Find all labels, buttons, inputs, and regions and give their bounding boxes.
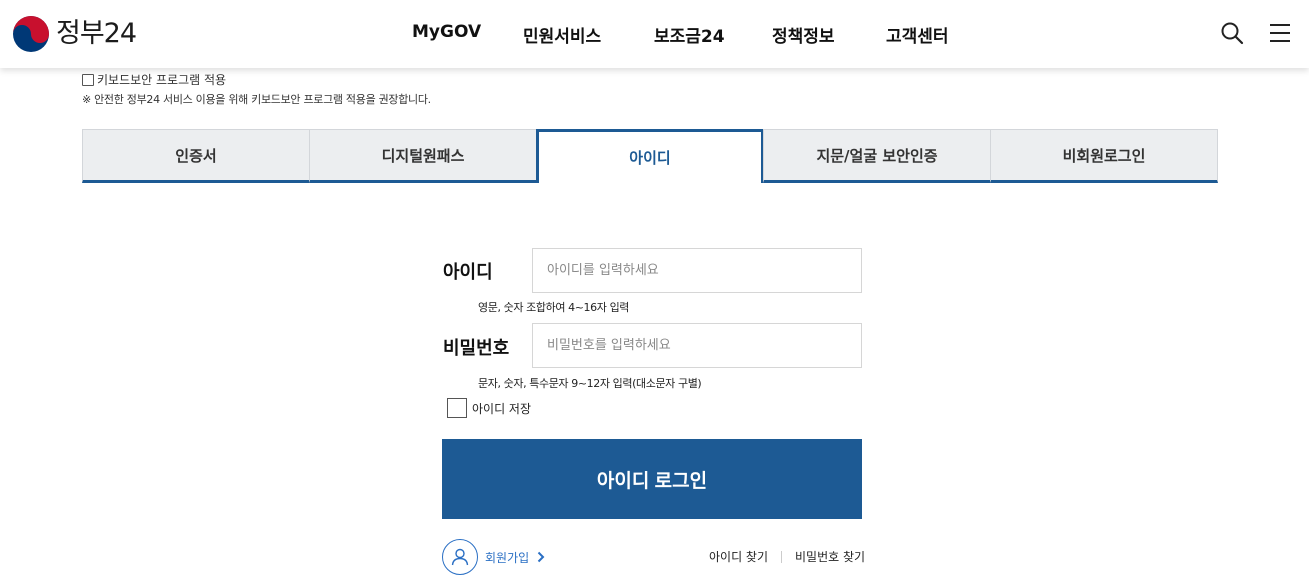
search-icon[interactable] — [1220, 21, 1244, 49]
keyboard-security-note: ※ 안전한 정부24 서비스 이용을 위해 키보드보안 프로그램 적용을 권장합… — [82, 93, 431, 106]
nav-item-mygov[interactable]: MyGOV — [412, 22, 481, 42]
keyboard-security-option[interactable]: 키보드보안 프로그램 적용 — [82, 71, 226, 88]
logo-text: 정부24 — [56, 18, 137, 49]
hamburger-menu-icon[interactable] — [1269, 21, 1291, 49]
keyboard-security-checkbox[interactable] — [82, 73, 94, 86]
save-id-checkbox[interactable] — [447, 398, 467, 418]
login-method-tabs: 인증서 디지털원패스 아이디 지문/얼굴 보안인증 비회원로그인 — [82, 129, 1218, 183]
tab-id[interactable]: 아이디 — [536, 129, 764, 183]
find-password-link[interactable]: 비밀번호 찾기 — [795, 548, 865, 565]
find-account-links: 아이디 찾기 비밀번호 찾기 — [709, 548, 865, 565]
nav-item-policy-info[interactable]: 정책정보 — [772, 22, 835, 47]
tab-non-member[interactable]: 비회원로그인 — [990, 129, 1218, 183]
password-label: 비밀번호 — [443, 338, 510, 359]
save-id-label: 아이디 저장 — [472, 401, 532, 416]
password-hint: 문자, 숫자, 특수문자 9~12자 입력(대소문자 구별) — [478, 377, 702, 390]
user-icon — [442, 539, 478, 575]
site-header: 정부24 MyGOV 민원서비스 보조금24 정책정보 고객센터 — [0, 0, 1309, 68]
find-id-link[interactable]: 아이디 찾기 — [709, 548, 768, 565]
nav-item-civil-service[interactable]: 민원서비스 — [523, 22, 601, 47]
signup-label: 회원가입 — [485, 550, 530, 565]
id-login-button[interactable]: 아이디 로그인 — [442, 439, 862, 519]
logo[interactable]: 정부24 — [12, 14, 137, 54]
nav-item-subsidy24[interactable]: 보조금24 — [654, 22, 725, 47]
id-hint: 영문, 숫자 조합하여 4~16자 입력 — [478, 301, 630, 314]
tab-digital-onepass[interactable]: 디지털원패스 — [309, 129, 537, 183]
keyboard-security-label: 키보드보안 프로그램 적용 — [97, 73, 227, 87]
taegeuk-logo-icon — [13, 16, 49, 52]
chevron-right-icon — [537, 548, 545, 567]
tab-biometric[interactable]: 지문/얼굴 보안인증 — [763, 129, 991, 183]
id-input[interactable] — [532, 248, 862, 293]
password-input[interactable] — [532, 323, 862, 368]
id-label: 아이디 — [443, 262, 493, 283]
save-id-option[interactable]: 아이디 저장 — [447, 398, 531, 418]
signup-link[interactable]: 회원가입 — [442, 539, 545, 575]
tab-certificate[interactable]: 인증서 — [82, 129, 310, 183]
nav-item-customer-center[interactable]: 고객센터 — [886, 22, 949, 47]
link-divider — [781, 550, 783, 563]
